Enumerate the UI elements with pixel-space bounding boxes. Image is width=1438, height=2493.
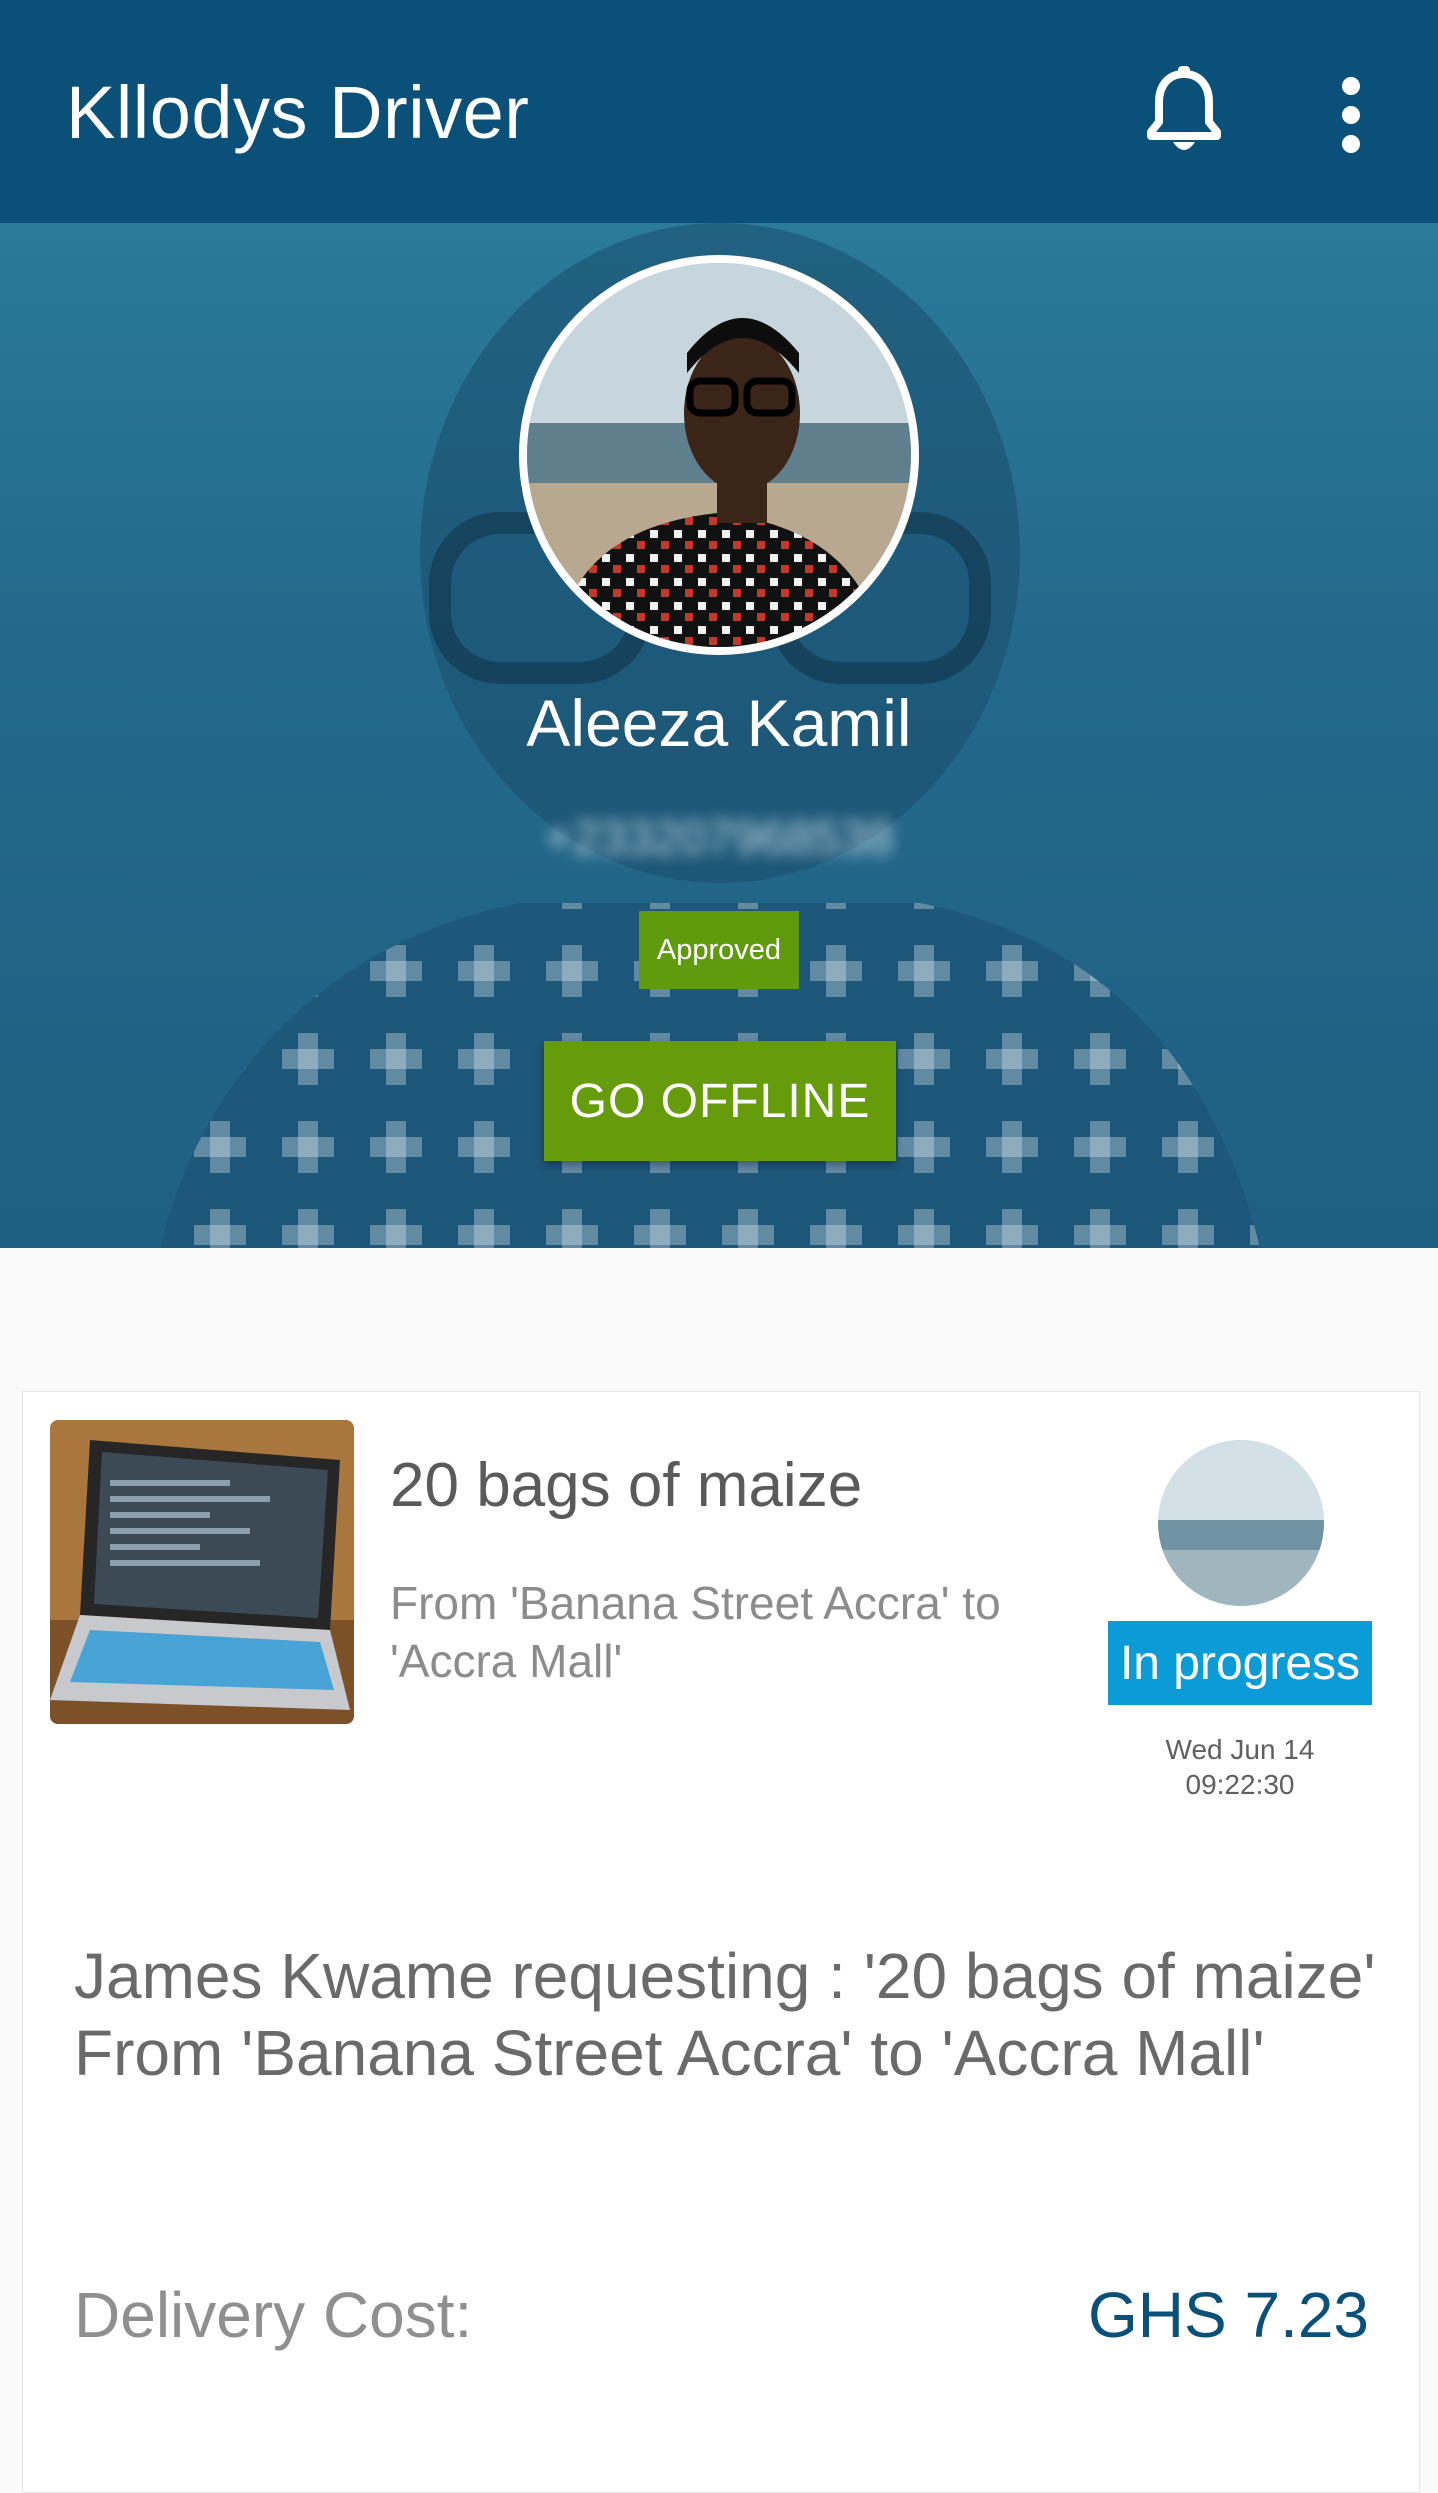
bell-icon[interactable]: [1145, 66, 1223, 156]
delivery-cost-label: Delivery Cost:: [74, 2279, 473, 2351]
driver-avatar[interactable]: [519, 255, 919, 655]
status-badge: In progress: [1108, 1621, 1372, 1705]
driver-phone: +233207968538: [544, 812, 894, 865]
app-title: Kllodys Driver: [66, 71, 530, 154]
request-description: James Kwame requesting : '20 bags of mai…: [74, 1940, 1376, 2089]
profile-header: Aleeza Kamil +233207968538 Approved GO O…: [0, 223, 1438, 1248]
item-title: 20 bags of maize: [390, 1451, 863, 1520]
go-offline-button[interactable]: GO OFFLINE: [544, 1041, 896, 1161]
app-bar: Kllodys Driver: [0, 0, 1438, 223]
request-time: 09:22:30: [1185, 1769, 1295, 1800]
delivery-card[interactable]: 20 bags of maize From 'Banana Street Acc…: [22, 1391, 1420, 2493]
item-thumbnail: [50, 1420, 354, 1724]
item-route: From 'Banana Street Accra' to 'Accra Mal…: [390, 1577, 1001, 1687]
driver-name: Aleeza Kamil: [526, 686, 912, 760]
driver-photo: [527, 263, 911, 647]
delivery-cost-value: GHS 7.23: [1087, 2279, 1369, 2351]
request-date: Wed Jun 14: [1165, 1734, 1315, 1765]
approval-status-badge: Approved: [639, 911, 799, 989]
more-vert-icon[interactable]: [1330, 76, 1372, 154]
customer-avatar: [1158, 1440, 1324, 1606]
request-timestamp: Wed Jun 14 09:22:30: [1078, 1732, 1402, 1802]
